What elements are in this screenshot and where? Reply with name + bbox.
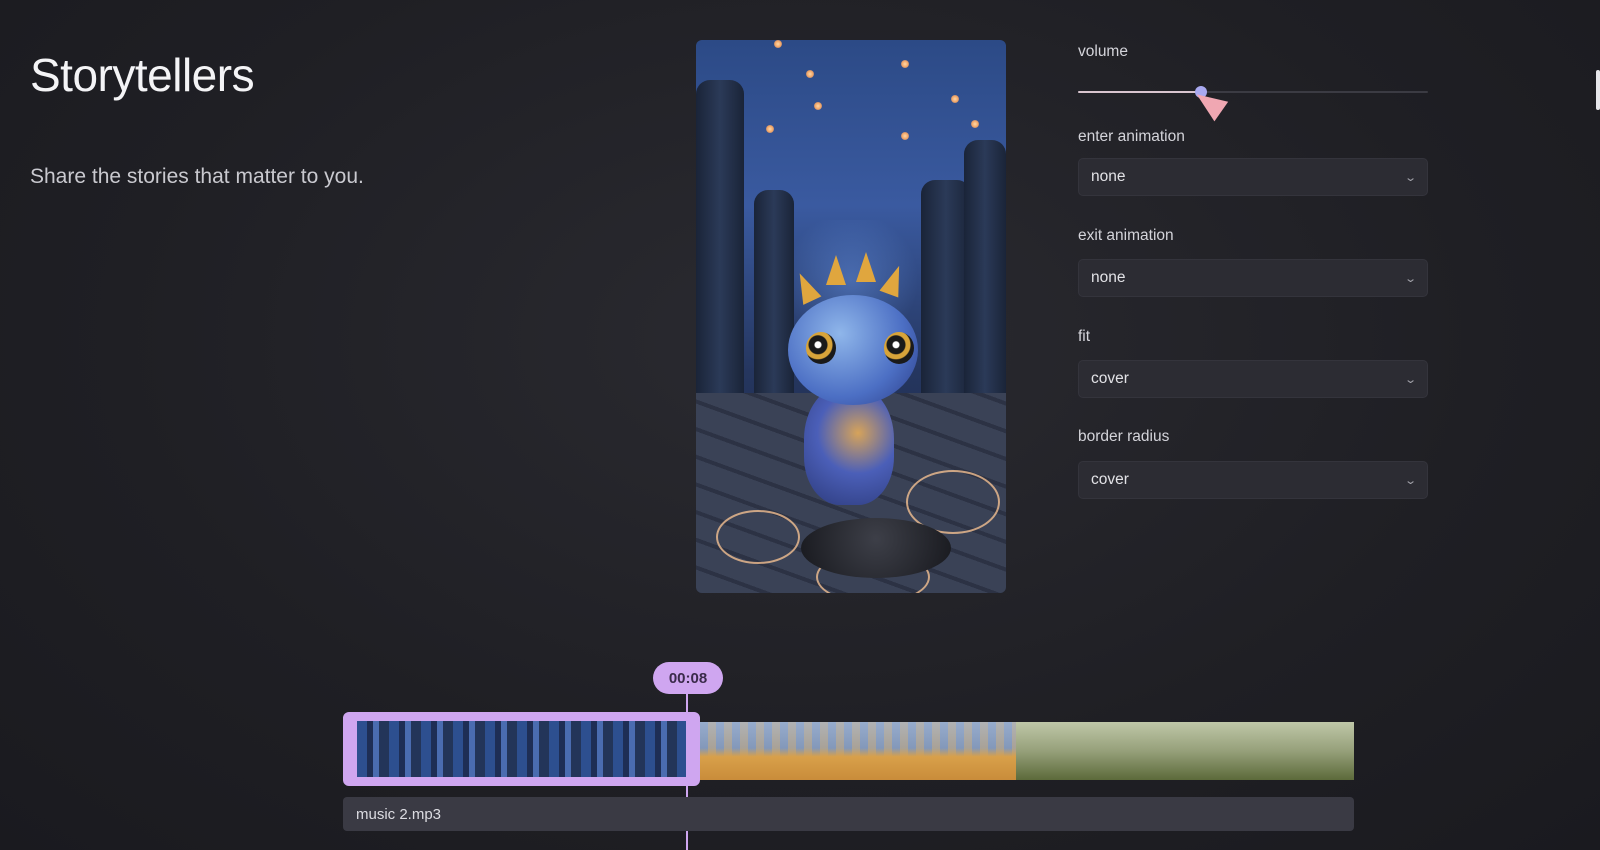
page-title: Storytellers xyxy=(30,49,255,101)
video-preview[interactable] xyxy=(696,40,1006,593)
exit-animation-value: none xyxy=(1091,269,1126,286)
page-subtitle: Share the stories that matter to you. xyxy=(30,165,364,188)
preview-light xyxy=(901,132,909,140)
edge-handle[interactable] xyxy=(1596,70,1600,110)
chevron-down-icon: ⌄ xyxy=(1403,272,1417,285)
exit-animation-label: exit animation xyxy=(1078,227,1174,244)
volume-slider[interactable] xyxy=(1078,86,1428,98)
dragon-horn xyxy=(826,255,846,285)
fit-value: cover xyxy=(1091,370,1129,387)
preview-light xyxy=(901,60,909,68)
audio-track[interactable]: music 2.mp3 xyxy=(343,797,1354,831)
playhead-timecode[interactable]: 00:08 xyxy=(653,662,723,694)
timeline-clip-selected[interactable]: ⟨ ⟩ xyxy=(343,712,700,786)
volume-label: volume xyxy=(1078,43,1128,60)
dragon-eye xyxy=(806,332,836,364)
preview-light xyxy=(814,102,822,110)
border-radius-select[interactable]: cover ⌄ xyxy=(1078,461,1428,499)
stone-pillar xyxy=(696,80,744,440)
dragon-horn xyxy=(856,252,876,282)
enter-animation-label: enter animation xyxy=(1078,128,1185,145)
stone-pillar xyxy=(754,190,794,410)
enter-animation-value: none xyxy=(1091,168,1126,185)
fit-select[interactable]: cover ⌄ xyxy=(1078,360,1428,398)
enter-animation-select[interactable]: none ⌄ xyxy=(1078,158,1428,196)
preview-light xyxy=(951,95,959,103)
fit-label: fit xyxy=(1078,328,1091,345)
chevron-down-icon: ⌄ xyxy=(1403,474,1417,487)
dragon-eye xyxy=(884,332,914,364)
trim-handle-left-icon[interactable]: ⟨ xyxy=(345,739,351,759)
chevron-down-icon: ⌄ xyxy=(1403,373,1417,386)
border-radius-value: cover xyxy=(1091,471,1129,488)
glowing-rune xyxy=(716,510,800,564)
volume-slider-fill xyxy=(1078,91,1201,93)
preview-light xyxy=(806,70,814,78)
preview-light xyxy=(766,125,774,133)
rock xyxy=(801,518,951,578)
preview-light xyxy=(774,40,782,48)
timeline-clip[interactable] xyxy=(1016,722,1354,780)
preview-light xyxy=(971,120,979,128)
trim-handle-right-icon[interactable]: ⟩ xyxy=(692,739,698,759)
audio-track-label: music 2.mp3 xyxy=(356,805,442,823)
exit-animation-select[interactable]: none ⌄ xyxy=(1078,259,1428,297)
timeline-clip[interactable] xyxy=(700,722,1016,780)
border-radius-label: border radius xyxy=(1078,428,1170,445)
chevron-down-icon: ⌄ xyxy=(1403,171,1417,184)
